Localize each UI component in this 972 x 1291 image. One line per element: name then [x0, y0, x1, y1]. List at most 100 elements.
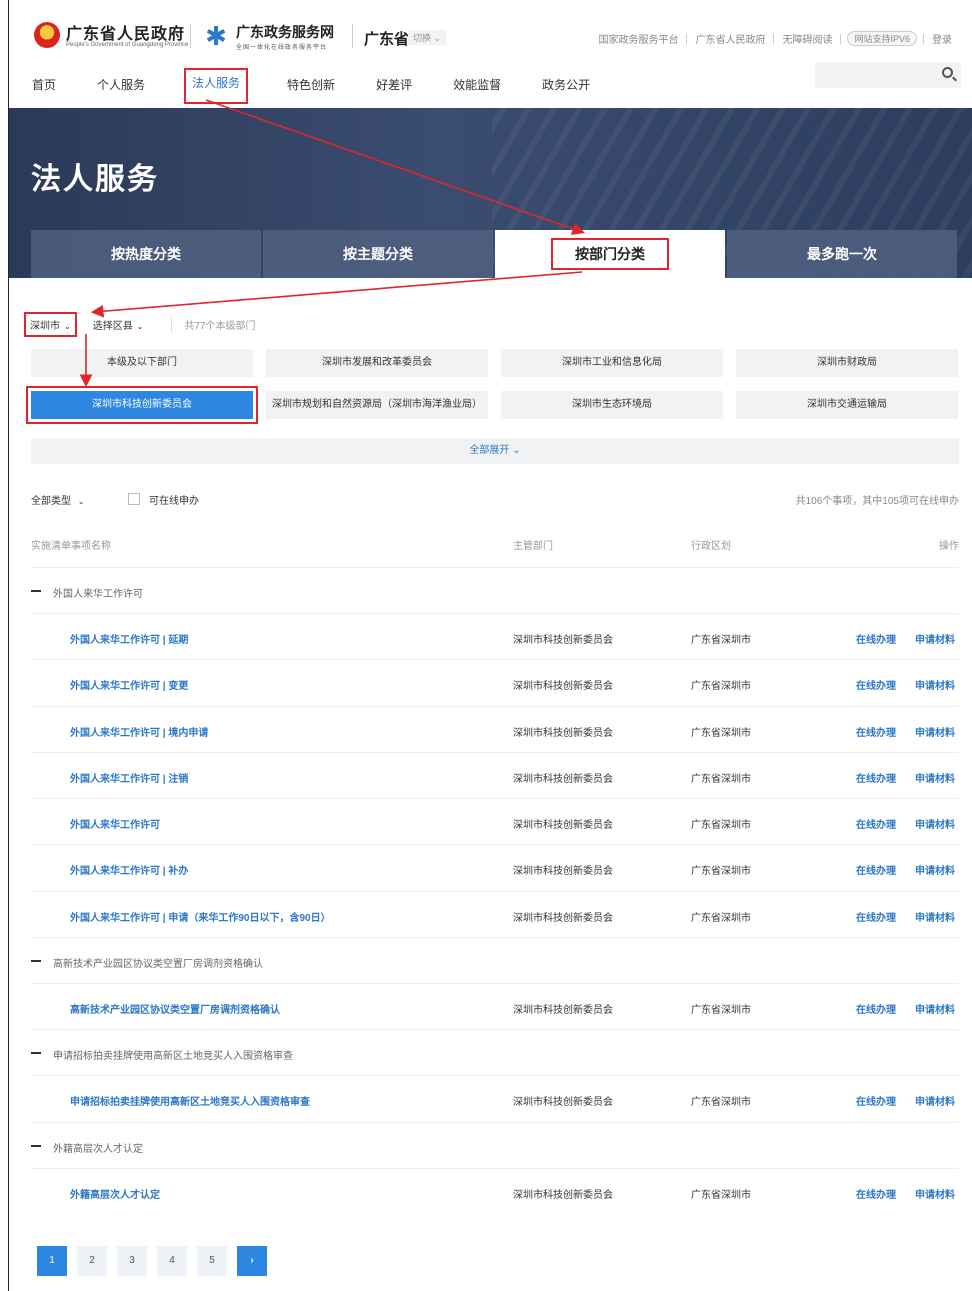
materials-link[interactable]: 申请材料 [915, 770, 955, 785]
items-table: 外国人来华工作许可 外国人来华工作许可 | 延期 深圳市科技创新委员会 广东省深圳市在… [31, 567, 959, 1214]
online-handle-link[interactable]: 在线办理 [856, 1186, 896, 1201]
dept-item[interactable]: 本级及以下部门 [31, 349, 253, 377]
dept-item[interactable]: 深圳市规划和自然资源局（深圳市海洋渔业局） [266, 391, 488, 419]
online-handle-link[interactable]: 在线办理 [856, 677, 896, 692]
online-handle-link[interactable]: 在线办理 [856, 724, 896, 739]
materials-link[interactable]: 申请材料 [915, 909, 955, 924]
nav-rating[interactable]: 好差评 [374, 70, 414, 104]
pagination: 1 2 3 4 5 › [37, 1246, 277, 1276]
online-handle-link[interactable]: 在线办理 [856, 816, 896, 831]
dept-item[interactable]: 深圳市生态环境局 [501, 391, 723, 419]
main-nav: 首页 个人服务 法人服务 特色创新 好差评 效能监督 政务公开 [30, 68, 629, 104]
link-provincial-gov[interactable]: 广东省人民政府 [687, 31, 773, 46]
materials-link[interactable]: 申请材料 [915, 1093, 955, 1108]
type-select[interactable]: 全部类型 ⌄ [31, 496, 84, 507]
tab-by-department[interactable]: 按部门分类 [495, 230, 725, 278]
dept-item-selected[interactable]: 深圳市科技创新委员会 [26, 386, 258, 424]
switch-province-button[interactable]: 切换 ⌄ [408, 30, 447, 45]
search-input[interactable] [815, 62, 961, 88]
chevron-down-icon: ⌄ [136, 322, 144, 331]
materials-link[interactable]: 申请材料 [915, 724, 955, 739]
search-icon[interactable] [942, 67, 953, 78]
nav-gov-affairs[interactable]: 政务公开 [540, 70, 592, 104]
page-button[interactable]: 4 [157, 1246, 187, 1276]
banner: 法人服务 按热度分类 按主题分类 按部门分类 最多跑一次 [9, 108, 972, 278]
materials-link[interactable]: 申请材料 [915, 631, 955, 646]
item-name-link[interactable]: 外国人来华工作许可 | 补办 [70, 862, 188, 877]
page-button[interactable]: 2 [77, 1246, 107, 1276]
nav-home[interactable]: 首页 [30, 70, 58, 104]
online-checkbox[interactable] [128, 493, 140, 505]
tab-by-popularity[interactable]: 按热度分类 [31, 230, 261, 278]
page-title: 法人服务 [31, 163, 159, 196]
divider [190, 24, 191, 48]
dept-item[interactable]: 深圳市工业和信息化局 [501, 349, 723, 377]
nav-corporate-services[interactable]: 法人服务 [184, 68, 249, 104]
group-row[interactable]: 高新技术产业园区协议类空置厂房调剂资格确认 [31, 937, 959, 983]
item-region: 广东省深圳市 [691, 820, 751, 832]
link-national-platform[interactable]: 国家政务服务平台 [590, 31, 686, 46]
item-name-link[interactable]: 外国人来华工作许可 | 注销 [70, 770, 188, 785]
tab-by-theme[interactable]: 按主题分类 [263, 230, 493, 278]
table-row: 外国人来华工作许可 | 境内申请 深圳市科技创新委员会 广东省深圳市 在线办理 申请材料 [31, 705, 959, 752]
item-region: 广东省深圳市 [691, 866, 751, 878]
materials-link[interactable]: 申请材料 [915, 1001, 955, 1016]
materials-link[interactable]: 申请材料 [915, 1186, 955, 1201]
table-row: 外国人来华工作许可 | 补办 深圳市科技创新委员会 广东省深圳市 在线办理 申请材料 [31, 844, 959, 890]
group-row[interactable]: 申请招标拍卖挂牌使用高新区土地竞买人入围资格审查 [31, 1029, 959, 1075]
online-handle-link[interactable]: 在线办理 [856, 770, 896, 785]
item-name-link[interactable]: 外国人来华工作许可 | 申请（来华工作90日以下，含90日） [70, 909, 331, 924]
item-department: 深圳市科技创新委员会 [513, 1189, 613, 1201]
service-site-title[interactable]: 广东政务服务网 [236, 22, 334, 42]
city-select[interactable]: 深圳市 ⌄ [24, 312, 77, 337]
table-row: 外国人来华工作许可 | 变更 深圳市科技创新委员会 广东省深圳市 在线办理 申请材料 [31, 659, 959, 705]
divider [352, 24, 353, 48]
table-row: 外国人来华工作许可 | 注销 深圳市科技创新委员会 广东省深圳市 在线办理 申请材料 [31, 751, 959, 798]
collapse-icon[interactable] [31, 960, 41, 963]
service-site-subtitle: 全国一体化在线政务服务平台 [236, 45, 328, 51]
online-handle-link[interactable]: 在线办理 [856, 1001, 896, 1016]
online-handle-link[interactable]: 在线办理 [856, 631, 896, 646]
online-handle-link[interactable]: 在线办理 [856, 1093, 896, 1108]
login-link[interactable]: 登录 [924, 31, 960, 46]
district-select[interactable]: 选择区县 ⌄ [93, 317, 144, 332]
online-checkbox-label[interactable]: 可在线申办 [149, 492, 199, 507]
materials-link[interactable]: 申请材料 [915, 677, 955, 692]
online-handle-link[interactable]: 在线办理 [856, 909, 896, 924]
item-name-link[interactable]: 外国人来华工作许可 | 变更 [70, 677, 188, 692]
dept-item[interactable]: 深圳市财政局 [736, 349, 958, 377]
item-department: 深圳市科技创新委员会 [513, 820, 613, 832]
item-name-link[interactable]: 高新技术产业园区协议类空置厂房调剂资格确认 [70, 1001, 280, 1016]
group-title: 外籍高层次人才认定 [53, 1143, 143, 1155]
next-page-button[interactable]: › [237, 1246, 267, 1276]
nav-efficiency-supervision[interactable]: 效能监督 [451, 70, 503, 104]
nav-featured-innovation[interactable]: 特色创新 [285, 70, 337, 104]
dept-item[interactable]: 深圳市交通运输局 [736, 391, 958, 419]
item-name-link[interactable]: 申请招标拍卖挂牌使用高新区土地竞买人入围资格审查 [70, 1093, 310, 1108]
collapse-icon[interactable] [31, 1052, 41, 1055]
page-button[interactable]: 1 [37, 1246, 67, 1276]
expand-all-button[interactable]: 全部展开 ⌄ [31, 438, 959, 464]
group-title: 高新技术产业园区协议类空置厂房调剂资格确认 [53, 959, 263, 971]
nav-personal-services[interactable]: 个人服务 [95, 70, 147, 104]
item-name-link[interactable]: 外籍高层次人才认定 [70, 1186, 160, 1201]
page-button[interactable]: 3 [117, 1246, 147, 1276]
item-name-link[interactable]: 外国人来华工作许可 | 延期 [70, 631, 188, 646]
dept-item[interactable]: 深圳市发展和改革委员会 [266, 349, 488, 377]
online-handle-link[interactable]: 在线办理 [856, 862, 896, 877]
item-name-link[interactable]: 外国人来华工作许可 | 境内申请 [70, 724, 208, 739]
page-button[interactable]: 5 [197, 1246, 227, 1276]
group-row[interactable]: 外国人来华工作许可 [31, 567, 959, 613]
item-name-link[interactable]: 外国人来华工作许可 [70, 816, 160, 831]
item-region: 广东省深圳市 [691, 681, 751, 693]
group-row[interactable]: 外籍高层次人才认定 [31, 1121, 959, 1168]
col-actions: 操作 [939, 541, 959, 552]
link-accessibility[interactable]: 无障碍阅读 [774, 31, 840, 46]
collapse-icon[interactable] [31, 1144, 41, 1147]
tab-run-once[interactable]: 最多跑一次 [727, 230, 957, 278]
materials-link[interactable]: 申请材料 [915, 816, 955, 831]
materials-link[interactable]: 申请材料 [915, 862, 955, 877]
item-region: 广东省深圳市 [691, 635, 751, 646]
gov-site-title[interactable]: 广东省人民政府 [66, 20, 185, 44]
collapse-icon[interactable] [31, 590, 41, 592]
